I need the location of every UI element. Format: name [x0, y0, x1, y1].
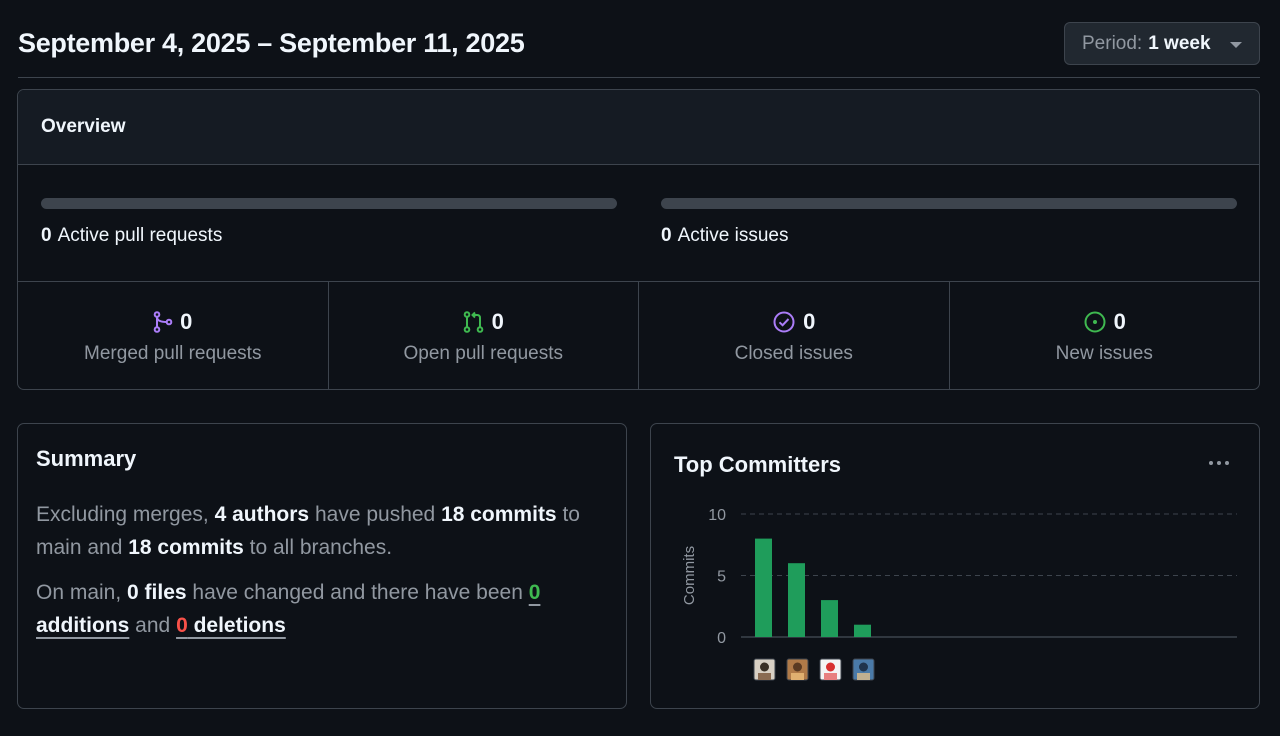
closed-issues-label: Closed issues: [734, 343, 853, 364]
files-changed-count: 0 files: [127, 581, 187, 604]
commit-bar: [788, 563, 805, 637]
summary-text: and: [129, 614, 177, 637]
top-committers-panel: Top Committers 0 5 10 Commits: [650, 423, 1260, 709]
period-selector-button[interactable]: Period: 1 week: [1064, 22, 1260, 65]
active-pull-requests-link[interactable]: 0 Active pull requests: [41, 225, 222, 247]
additions-label: additions: [36, 614, 130, 637]
overview-panel: Overview 0 Active pull requests 0 Active i…: [17, 89, 1260, 390]
active-issues-count: 0: [661, 225, 672, 246]
active-pull-requests-label: Active pull requests: [57, 225, 223, 246]
committer-avatar[interactable]: [852, 658, 875, 681]
active-issues-label: Active issues: [677, 225, 789, 246]
y-tick-label: 5: [717, 569, 726, 586]
summary-text: Excluding merges,: [36, 503, 215, 526]
active-issues-bar[interactable]: [661, 198, 1237, 209]
active-issues-link[interactable]: 0 Active issues: [661, 225, 788, 247]
committer-avatar[interactable]: [819, 658, 842, 681]
issue-closed-icon: [773, 311, 795, 333]
open-pull-requests-stat[interactable]: 0 Open pull requests: [329, 282, 639, 389]
y-tick-label: 10: [708, 507, 726, 524]
top-committers-chart: 0 5 10 Commits: [681, 507, 1237, 681]
summary-text: to all branches.: [243, 536, 393, 559]
commits-all-count: 18 commits: [128, 536, 244, 559]
summary-text: have changed and there have been: [186, 581, 529, 604]
merged-pull-requests-label: Merged pull requests: [84, 343, 262, 364]
merged-pull-requests-stat[interactable]: 0 Merged pull requests: [18, 282, 329, 389]
authors-count: 4 authors: [214, 503, 310, 526]
overview-header: Overview: [18, 90, 1259, 165]
open-pull-requests-label: Open pull requests: [403, 343, 564, 364]
overview-stats: 0 Merged pull requests 0 Open pull reque…: [18, 282, 1259, 389]
overview-title: Overview: [41, 116, 126, 137]
page-header: September 4, 2025 – September 11, 2025 P…: [18, 0, 1260, 78]
committer-avatar[interactable]: [786, 658, 809, 681]
summary-changes-text: On main, 0 files have changed and there …: [36, 576, 608, 642]
summary-text: have pushed: [309, 503, 442, 526]
active-pull-requests-count: 0: [41, 225, 52, 246]
summary-panel: Summary Excluding merges, 4 authors have…: [17, 423, 627, 709]
new-issues-count: 0: [1113, 309, 1126, 334]
deletions-label: deletions: [187, 614, 286, 637]
git-pull-request-icon: [463, 311, 483, 333]
y-tick-label: 0: [717, 630, 726, 647]
issue-opened-icon: [1084, 311, 1106, 333]
date-range-title: September 4, 2025 – September 11, 2025: [18, 28, 525, 58]
active-pull-requests-bar[interactable]: [41, 198, 617, 209]
closed-issues-stat[interactable]: 0 Closed issues: [639, 282, 950, 389]
y-axis-label: Commits: [681, 546, 698, 605]
summary-commits-text: Excluding merges, 4 authors have pushed …: [36, 498, 608, 564]
commit-bar: [854, 624, 871, 637]
deletions-count: 0: [176, 614, 188, 637]
git-merge-icon: [153, 311, 173, 333]
commit-bar: [821, 600, 838, 637]
summary-title: Summary: [36, 446, 137, 471]
summary-text: On main,: [36, 581, 128, 604]
additions-count: 0: [528, 581, 541, 604]
new-issues-label: New issues: [1055, 343, 1153, 364]
period-label: Period:: [1082, 32, 1143, 54]
triangle-down-icon: [1230, 42, 1242, 48]
commit-bar: [755, 538, 772, 637]
committer-avatar[interactable]: [753, 658, 776, 681]
new-issues-stat[interactable]: 0 New issues: [950, 282, 1260, 389]
open-pull-requests-count: 0: [491, 309, 504, 334]
active-summary-row: 0 Active pull requests 0 Active issues: [18, 165, 1259, 282]
closed-issues-count: 0: [803, 309, 816, 334]
commits-main-count: 18 commits: [441, 503, 557, 526]
period-value: 1 week: [1148, 32, 1211, 54]
merged-pull-requests-count: 0: [180, 309, 193, 334]
deletions-link[interactable]: 0 deletions: [176, 614, 286, 637]
